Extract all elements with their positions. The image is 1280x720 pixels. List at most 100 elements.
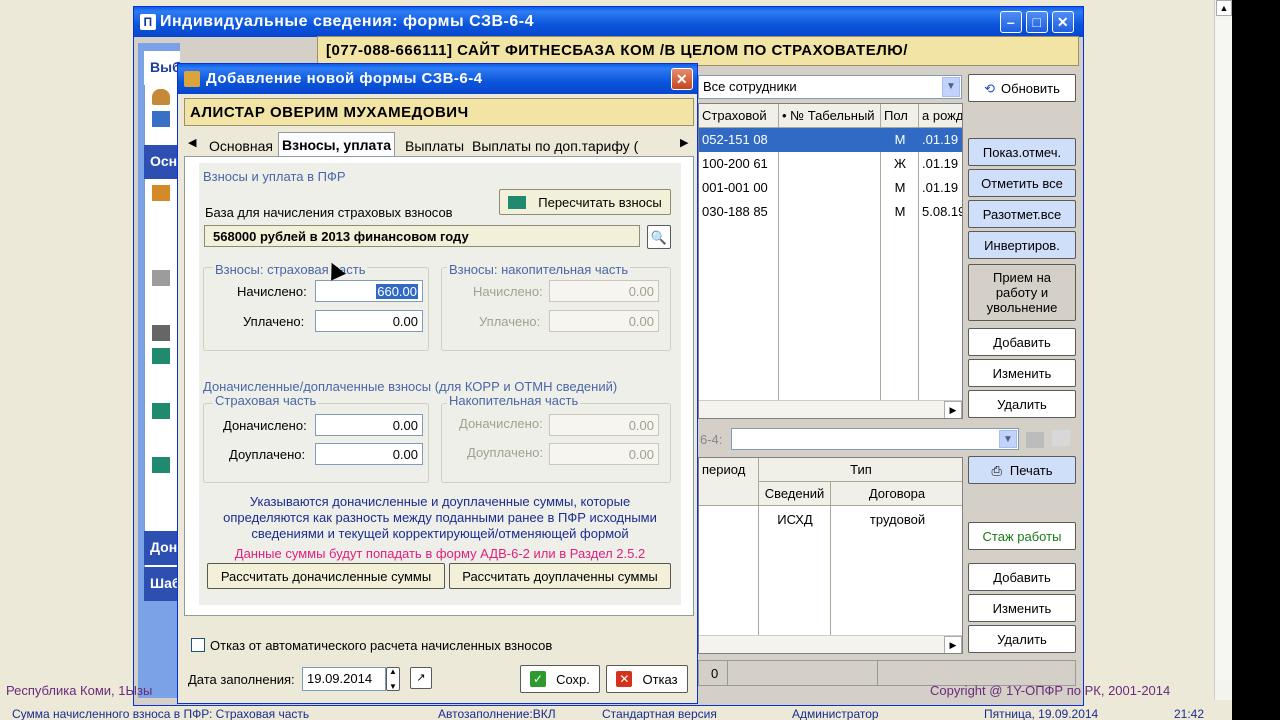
chevron-right-icon[interactable]: ▶	[944, 401, 962, 418]
table-cell[interactable]: Ж	[881, 152, 919, 176]
folder-icon[interactable]	[152, 185, 170, 201]
left-nav-panel	[144, 51, 180, 591]
table-cell[interactable]: .01.19	[919, 152, 962, 176]
divider	[727, 661, 728, 685]
col-header-period[interactable]: период	[699, 458, 759, 506]
col-header-tab[interactable]: • № Табельный	[779, 104, 881, 128]
tab-scroll-right-icon[interactable]: ▶	[680, 136, 688, 149]
table-cell[interactable]: М	[881, 200, 919, 224]
table-cell[interactable]: .01.19	[919, 176, 962, 200]
close-main-icon[interactable]: ✕	[1052, 11, 1074, 33]
col-header-snils[interactable]: Страховой	[699, 104, 779, 128]
refresh-button[interactable]: ⟲ Обновить	[968, 74, 1076, 102]
unmark-all-button[interactable]: Разотмет.все	[968, 200, 1076, 228]
save-button[interactable]: ✓ Сохр.	[520, 665, 600, 693]
chevron-right-icon[interactable]: ▶	[944, 636, 962, 653]
forms-table[interactable]: период Тип Сведений Договора ИСХД трудов…	[698, 457, 963, 654]
accrued-input[interactable]: 660.00	[315, 280, 423, 302]
calculator-icon[interactable]	[152, 348, 170, 364]
table-cell[interactable]: трудовой	[831, 508, 962, 532]
table-cell[interactable]: М	[881, 176, 919, 200]
left-tab-templates[interactable]: Шаб	[144, 567, 180, 601]
invert-button[interactable]: Инвертиров.	[968, 231, 1076, 259]
col-header-dob[interactable]: а рожд	[919, 104, 962, 128]
chevron-down-icon[interactable]: ▼	[999, 430, 1017, 448]
scroll-up-arrow-icon[interactable]: ▲	[1216, 0, 1232, 16]
table-cell[interactable]: 030-188 85	[699, 200, 779, 224]
minimize-icon[interactable]: –	[1000, 11, 1022, 33]
hire-fire-button[interactable]: Прием на работу и увольнение	[968, 264, 1076, 321]
employees-hscroll[interactable]: ▶	[699, 400, 962, 418]
col-header-sex[interactable]: Пол	[881, 104, 919, 128]
table-cell[interactable]: ИСХД	[759, 508, 831, 532]
col-divider	[699, 506, 759, 653]
add-savings-paid-input: 0.00	[549, 443, 659, 465]
tab-payments[interactable]: Выплаты	[402, 134, 467, 158]
chevron-down-icon[interactable]: ▼	[942, 77, 960, 97]
col-header-contract[interactable]: Договора	[831, 482, 962, 506]
add-form-button[interactable]: Добавить	[968, 563, 1076, 591]
scroll-thumb[interactable]	[1216, 20, 1232, 680]
work-experience-button[interactable]: Стаж работы	[968, 522, 1076, 550]
dialog-title-bar[interactable]: Добавление новой формы СЗВ-6-4 ✕	[178, 64, 697, 94]
dialog-icon	[184, 71, 200, 87]
tab-main[interactable]: Основная	[206, 134, 276, 158]
mark-all-button[interactable]: Отметить все	[968, 169, 1076, 197]
table-cell[interactable]: 052-151 08	[699, 128, 779, 152]
close-dialog-icon[interactable]: ✕	[671, 68, 693, 90]
left-tab-main[interactable]: Осн	[144, 145, 180, 179]
panel-inner: Взносы и уплата в ПФР Пересчитать взносы…	[199, 163, 681, 605]
copy-icon[interactable]	[1026, 432, 1044, 448]
users-tree-icon[interactable]	[152, 111, 170, 127]
calculator-icon-3[interactable]	[152, 457, 170, 473]
print-icon[interactable]	[152, 325, 170, 341]
calculator-icon-2[interactable]	[152, 403, 170, 419]
print-button[interactable]: ⎙ Печать	[968, 456, 1076, 484]
main-window-title: Индивидуальные сведения: формы СЗВ-6-4	[160, 13, 534, 30]
auto-calc-checkbox[interactable]	[191, 638, 205, 652]
calc-paid-button[interactable]: Рассчитать доуплаченны суммы	[449, 563, 671, 589]
accrued-label: Начислено:	[237, 284, 307, 299]
form-select[interactable]: ▼	[731, 428, 1019, 450]
printer-icon: ⎙	[991, 462, 1002, 478]
table-cell[interactable]: 5.08.19	[919, 200, 962, 224]
maximize-icon[interactable]: □	[1026, 11, 1048, 33]
page-vertical-scrollbar[interactable]: ▲	[1214, 0, 1232, 700]
printer-icon[interactable]	[152, 270, 170, 286]
employee-filter-select[interactable]: Все сотрудники ▼	[698, 75, 962, 99]
show-marked-button[interactable]: Показ.отмеч.	[968, 138, 1076, 166]
tab-extra-tariff[interactable]: Выплаты по доп.тарифу (	[469, 134, 641, 158]
table-cell[interactable]: М	[881, 128, 919, 152]
user-icon[interactable]	[152, 89, 170, 105]
delete-form-button[interactable]: Удалить	[968, 625, 1076, 653]
tab-contributions[interactable]: Взносы, уплата	[278, 132, 395, 156]
date-spinner[interactable]: ▲ ▼	[386, 667, 400, 691]
table-cell[interactable]: .01.19	[919, 128, 962, 152]
edit-form-button[interactable]: Изменить	[968, 594, 1076, 622]
cancel-button[interactable]: ✕ Отказ	[606, 665, 688, 693]
table-cell[interactable]: 100-200 61	[699, 152, 779, 176]
recalc-button[interactable]: Пересчитать взносы	[499, 189, 671, 215]
col-header-svedeniy[interactable]: Сведений	[759, 482, 831, 506]
add-accrued-input[interactable]: 0.00	[315, 414, 423, 436]
calc-accrued-button[interactable]: Рассчитать доначисленные суммы	[207, 563, 445, 589]
calendar-icon[interactable]: ↗	[410, 667, 432, 689]
delete-employee-button[interactable]: Удалить	[968, 390, 1076, 418]
main-title-bar[interactable]: П Индивидуальные сведения: формы СЗВ-6-4…	[134, 7, 1083, 37]
add-savings-accrued-label: Доначислено:	[459, 416, 543, 431]
paste-icon[interactable]	[1052, 430, 1070, 446]
date-input[interactable]: 19.09.2014	[302, 667, 386, 691]
tab-scroll-left-icon[interactable]: ◀	[188, 136, 196, 149]
add-employee-button[interactable]: Добавить	[968, 328, 1076, 356]
edit-employee-button[interactable]: Изменить	[968, 359, 1076, 387]
add-paid-input[interactable]: 0.00	[315, 443, 423, 465]
paid-input[interactable]: 0.00	[315, 310, 423, 332]
additional-section-title: Доначисленные/доплаченные взносы (для КО…	[203, 379, 618, 394]
left-tab-additional[interactable]: Дон	[144, 531, 180, 565]
employees-table[interactable]: Страховой • № Табельный Пол а рожд 052-1…	[698, 103, 963, 419]
forms-hscroll[interactable]: ▶	[699, 635, 962, 653]
table-cell[interactable]: 001-001 00	[699, 176, 779, 200]
contributions-panel: Взносы и уплата в ПФР Пересчитать взносы…	[184, 156, 694, 616]
magnifier-icon[interactable]: 🔍	[647, 225, 671, 249]
left-tab-select[interactable]: Выб	[144, 51, 180, 85]
